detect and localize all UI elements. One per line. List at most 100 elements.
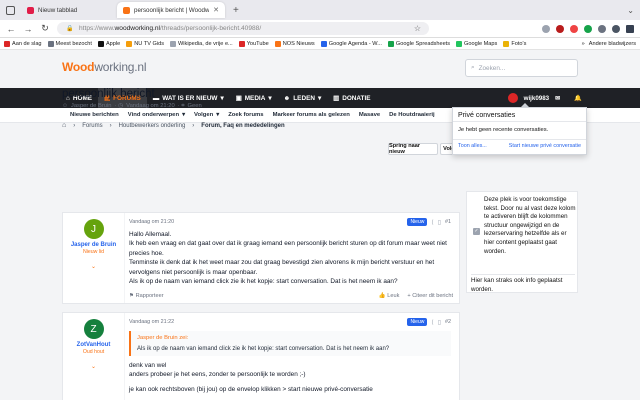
quote-button[interactable]: + Citeer dit bericht xyxy=(407,293,453,299)
media-icon: ▣ xyxy=(235,95,242,102)
breadcrumb-current[interactable]: Forum, Faq en mededelingen xyxy=(201,123,284,129)
nav-media[interactable]: ▣ MEDIA ▾ xyxy=(230,88,278,108)
home-icon[interactable]: ⌂ xyxy=(62,122,66,129)
puzzle-icon[interactable] xyxy=(612,24,620,33)
extension-icon[interactable] xyxy=(598,24,606,33)
thread-author[interactable]: Jasper de Bruin xyxy=(71,103,112,110)
tab-title: Nieuw tabblad xyxy=(38,6,78,14)
post-text: denk van wel anders probeer je het eens,… xyxy=(129,361,451,394)
post-number[interactable]: #1 xyxy=(445,219,451,225)
post-body: Vandaag om 21:20 Nieuw ⟨ ▯ #1 Hallo Alle… xyxy=(129,217,451,286)
bookmark-item[interactable]: Foto's xyxy=(503,40,526,47)
jump-to-new-button[interactable]: Spring naar nieuw xyxy=(388,143,438,155)
menu-icon[interactable] xyxy=(626,24,634,33)
post-number[interactable]: #2 xyxy=(445,319,451,325)
extension-icon[interactable] xyxy=(556,24,564,33)
pocket-icon[interactable] xyxy=(542,24,550,33)
bookmark-item[interactable]: NOS Nieuws xyxy=(274,40,315,47)
bookmark-item[interactable]: Aan de slag xyxy=(4,40,42,47)
chevron-down-icon[interactable]: ⌄ xyxy=(63,263,124,270)
popup-empty-message: Je hebt geen recente conversaties. xyxy=(453,122,586,140)
bookmark-star-icon[interactable]: ☆ xyxy=(414,24,421,33)
show-all-link[interactable]: Toon alles... xyxy=(458,143,487,149)
other-bookmarks[interactable]: » Andere bladwijzers xyxy=(582,41,636,47)
browser-tab-strip: Nieuw tabblad persoonlijk bericht | Wood… xyxy=(0,0,640,20)
breadcrumb-category[interactable]: Houtbewerkers onderling xyxy=(119,123,186,129)
bookmark-item[interactable]: Wikipedia, de vrije e... xyxy=(170,40,233,47)
bookmark-item[interactable]: Google Maps xyxy=(456,40,497,47)
avatar[interactable]: J xyxy=(83,219,104,239)
post-line: Als ik op de naam van iemand click zie i… xyxy=(129,278,398,286)
post-line: anders probeer je het eens, zonder te pe… xyxy=(129,371,306,379)
popup-title: Privé conversaties xyxy=(453,108,586,122)
tag-icon: · ⌗ xyxy=(177,103,185,109)
url-bar[interactable]: 🔒 https://www.woodworking.nl/threads/per… xyxy=(57,22,429,35)
avatar[interactable]: Z xyxy=(83,319,104,339)
bookmark-icon xyxy=(47,40,54,47)
chevron-down-icon[interactable]: ⌄ xyxy=(63,363,124,370)
bookmark-item[interactable]: Google Agenda - W... xyxy=(320,40,382,47)
back-icon[interactable]: ← xyxy=(6,24,16,34)
quote-author[interactable]: Jasper de Bruin zei: xyxy=(137,335,445,341)
tab-current[interactable]: persoonlijk bericht | Woodworking.nl ✕ xyxy=(117,2,225,18)
subnav-houtdraaierij[interactable]: De Houtdraaierij xyxy=(389,112,435,118)
subnav-find-threads[interactable]: Vind onderwerpen xyxy=(128,112,179,118)
post-username[interactable]: Jasper de Bruin xyxy=(63,242,124,248)
share-icon[interactable]: ⟨ xyxy=(431,219,433,226)
subnav-chevron-icon: ▾ xyxy=(182,112,186,118)
bookmark-label: NOS Nieuws xyxy=(282,40,315,47)
photos-icon xyxy=(503,40,510,47)
like-button[interactable]: 👍 Leuk xyxy=(379,293,400,299)
username-link[interactable]: wijk0983 xyxy=(524,95,549,102)
report-button[interactable]: ⚑ Rapporteer xyxy=(129,293,164,299)
bookmark-icon[interactable]: ▯ xyxy=(438,319,441,326)
extension-icon[interactable] xyxy=(570,24,578,33)
bookmark-item[interactable]: Google Spreadsheets xyxy=(387,40,450,47)
nav-donate[interactable]: ▥ DONATIE xyxy=(327,88,376,108)
user-icon: ☺ xyxy=(62,103,68,109)
quote-text: Als ik op de naam van iemand click zie i… xyxy=(137,346,390,352)
reload-icon[interactable]: ↻ xyxy=(40,23,50,34)
new-tab-button[interactable]: + xyxy=(229,5,243,16)
apple-icon xyxy=(97,40,104,47)
envelope-icon[interactable]: ✉ xyxy=(555,95,560,102)
bell-icon[interactable]: 🔔 xyxy=(574,94,582,102)
post-date[interactable]: Vandaag om 21:22 xyxy=(129,319,174,325)
bookmark-item[interactable]: NU TV Gids xyxy=(126,40,164,47)
subnav-mark-read[interactable]: Markeer forums als gelezen xyxy=(273,112,350,118)
bookmarks-bar: Aan de slag Meest bezocht Apple NU TV Gi… xyxy=(0,38,640,50)
subnav-new-posts[interactable]: Nieuwe berichten xyxy=(70,112,119,118)
share-icon[interactable]: ⟨ xyxy=(431,319,433,326)
avatar[interactable] xyxy=(507,93,518,103)
chevron-down-icon[interactable]: ⌄ xyxy=(627,6,634,15)
bookmark-item[interactable]: Apple xyxy=(97,40,120,47)
tab-new-tab[interactable]: Nieuw tabblad xyxy=(21,2,113,18)
start-conversation-link[interactable]: Start nieuwe privé conversatie xyxy=(509,143,581,149)
site-logo[interactable]: Woodworking.nl xyxy=(62,60,147,74)
bookmark-label: Google Agenda - W... xyxy=(328,40,382,47)
tab-title: persoonlijk bericht | Woodworking.nl xyxy=(134,6,210,14)
bookmark-label: Andere bladwijzers xyxy=(588,40,636,47)
post-user-role: Nieuw lid xyxy=(82,249,105,255)
breadcrumb-forums[interactable]: Forums xyxy=(82,123,102,129)
bookmark-icon[interactable]: ▯ xyxy=(438,219,441,226)
sidebar-toggle-icon[interactable] xyxy=(6,5,15,15)
close-tab-icon[interactable]: ✕ xyxy=(213,6,219,14)
subnav-masave[interactable]: Masave xyxy=(359,112,380,118)
check-icon[interactable] xyxy=(584,24,592,33)
search-input[interactable]: ⌕ Zoeken... xyxy=(465,59,578,77)
post-username[interactable]: ZotVanHout xyxy=(63,342,124,348)
bookmark-item[interactable]: Meest bezocht xyxy=(47,40,92,47)
nav-members[interactable]: ☻ LEDEN ▾ xyxy=(278,88,328,108)
subnav-follow[interactable]: Volgen xyxy=(194,112,213,118)
bookmark-item[interactable]: YouTube xyxy=(238,40,269,47)
user-nav: wijk0983 ✉ 🔔 xyxy=(507,88,582,108)
post-line: je kan ook rechtsboven (bij jou) op de e… xyxy=(129,385,373,393)
subnav-search-forums[interactable]: Zoek forums xyxy=(228,112,263,118)
thread-date[interactable]: Vandaag om 21:20 xyxy=(126,103,175,110)
post-user-role: Oud hout xyxy=(82,349,105,355)
forward-icon[interactable]: → xyxy=(23,24,33,34)
post-date[interactable]: Vandaag om 21:20 xyxy=(129,219,174,225)
popup-footer: Toon alles... Start nieuwe privé convers… xyxy=(453,140,586,152)
calendar-icon xyxy=(320,40,327,47)
